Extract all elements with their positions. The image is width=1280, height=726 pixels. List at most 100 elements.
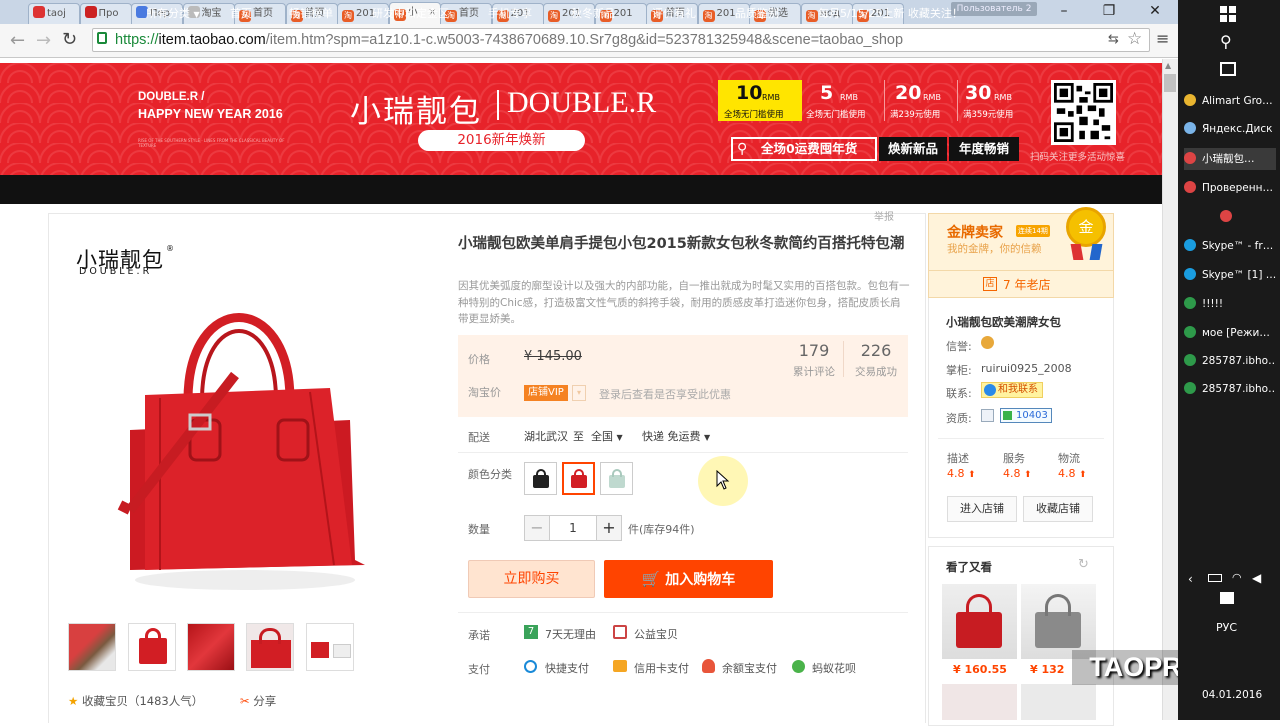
browser-tab[interactable]: Про <box>79 3 132 24</box>
taskbar-window-item[interactable]: !!!!! <box>1184 293 1276 315</box>
scrollbar-thumb[interactable] <box>1164 74 1176 92</box>
taskbar-window-item[interactable] <box>1184 206 1276 228</box>
tray-chevron-icon[interactable]: ‹ <box>1188 572 1193 586</box>
coupon-1[interactable]: 10 RMB 全场无门槛使用 <box>718 80 802 121</box>
notification-icon[interactable] <box>1220 592 1234 604</box>
nav-presale[interactable]: 研发中和定金区 <box>372 0 449 29</box>
taskbar-window-item[interactable]: мое [Режи… <box>1184 322 1276 344</box>
share-label: 分享 <box>253 694 277 708</box>
browser-tab[interactable]: taoj <box>28 3 80 24</box>
product-main-image[interactable] <box>110 280 380 600</box>
battery-icon[interactable] <box>1208 574 1222 582</box>
thumbnail-5[interactable] <box>306 623 354 671</box>
app-icon <box>1184 94 1196 106</box>
maximize-icon[interactable]: ❐ <box>1090 0 1128 22</box>
color-swatch-black[interactable] <box>524 462 557 495</box>
quantity-input[interactable]: 1 <box>550 515 596 541</box>
profile-user-label[interactable]: Пользователь 2 <box>951 2 1037 16</box>
scroll-up-icon[interactable]: ▲ <box>1165 61 1171 70</box>
taskbar-window-item[interactable]: 285787.ibho… <box>1184 350 1276 372</box>
win-pane <box>1220 15 1227 22</box>
coupon-4[interactable]: 30 RMB 满359元使用 <box>961 80 1025 121</box>
back-arrow-icon[interactable]: ← <box>10 30 25 51</box>
nav-new-arrivals[interactable]: 秋冬新品 <box>571 0 615 29</box>
color-swatch-red[interactable] <box>562 462 595 495</box>
enter-shop-button[interactable]: 进入店铺 <box>947 496 1017 522</box>
nav-mobile[interactable]: 手机专享 <box>488 0 532 29</box>
thumbnail-4[interactable] <box>246 623 294 671</box>
search-icon[interactable]: ⚲ <box>1220 32 1232 51</box>
thumbnail-3[interactable] <box>187 623 235 671</box>
taskbar-date[interactable]: 04.01.2016 <box>1202 689 1262 701</box>
share-link[interactable]: ✂ 分享 <box>240 693 276 709</box>
promise-charity[interactable]: 公益宝贝 <box>634 626 678 642</box>
reload-icon[interactable]: ↻ <box>62 29 77 50</box>
coupon-2[interactable]: 5 RMB 全场无门槛使用 <box>806 80 880 121</box>
shop-name[interactable]: 小瑞靓包欧美潮牌女包 <box>946 314 1061 330</box>
coupon-3[interactable]: 20 RMB 满239元使用 <box>888 80 952 121</box>
banner-tag-bestseller[interactable]: 年度畅销 <box>949 137 1019 161</box>
add-to-cart-button[interactable]: 🛒 加入购物车 <box>604 560 773 598</box>
ship-from: 湖北武汉 <box>524 430 568 443</box>
taskbar-window-item[interactable]: Skype™ - fr… <box>1184 235 1276 257</box>
bag-thumb-handle <box>145 628 161 642</box>
banner-eng-line1: DOUBLE.R / <box>138 91 205 103</box>
quantity-decrease-button[interactable]: − <box>524 515 550 541</box>
volume-icon[interactable]: ◀ <box>1252 571 1261 585</box>
forward-arrow-icon[interactable]: → <box>36 30 51 51</box>
thumbnail-1[interactable] <box>68 623 116 671</box>
taskbar-window-item[interactable]: Проверенн… <box>1184 177 1276 199</box>
recommended-item-4[interactable] <box>1021 684 1096 720</box>
favorite-item-link[interactable]: ★ 收藏宝贝（1483人气） <box>68 693 203 709</box>
thumbnail-2[interactable] <box>128 623 176 671</box>
qualification-badge[interactable]: 10403 <box>1000 408 1052 423</box>
minimize-icon[interactable]: – <box>1045 0 1083 22</box>
favorite-shop-button[interactable]: 收藏店铺 <box>1023 496 1093 522</box>
task-view-icon[interactable] <box>1220 62 1236 76</box>
vip-note[interactable]: 登录后查看是否享受此优惠 <box>599 386 731 402</box>
windows-start-icon[interactable] <box>1220 6 1236 22</box>
quantity-increase-button[interactable]: + <box>596 515 622 541</box>
vip-badge[interactable]: 店铺VIP <box>524 385 568 401</box>
taskbar-window-item[interactable]: Skype™ [1] … <box>1184 264 1276 286</box>
report-link[interactable]: 举报 <box>874 208 894 223</box>
nav-quality[interactable]: 品质鉴别 <box>735 0 779 29</box>
taskbar-window-item[interactable]: Alimart Gro… <box>1184 90 1276 112</box>
language-indicator[interactable]: РУС <box>1216 621 1237 634</box>
menu-icon[interactable]: ≡ <box>1156 29 1169 48</box>
contact-seller-button[interactable]: 和我联系 <box>981 382 1043 398</box>
page-scrollbar[interactable] <box>1162 59 1178 720</box>
nav-home[interactable]: 首页 <box>230 0 252 29</box>
nav-review-gifts[interactable]: 评价有礼 <box>652 0 696 29</box>
taskbar-window-item[interactable]: Яндекс.Диск <box>1184 118 1276 140</box>
ship-to-select[interactable]: 全国 ▼ <box>591 428 623 444</box>
color-swatch-mint[interactable] <box>600 462 633 495</box>
recommended-item-2[interactable] <box>1021 584 1096 659</box>
bookmark-star-icon[interactable]: ☆ <box>1127 29 1142 49</box>
taskbar-window-item[interactable]: 285787.ibho… <box>1184 378 1276 400</box>
close-icon[interactable]: ✕ <box>1136 0 1174 22</box>
search-icon: ⚲ <box>737 141 748 157</box>
buy-now-button[interactable]: 立即购买 <box>468 560 595 598</box>
reviews-count[interactable]: 179 <box>790 341 838 360</box>
wifi-icon[interactable]: ◠ <box>1232 571 1242 584</box>
taskbar-window-item[interactable]: 小瑞靓包… <box>1184 148 1276 170</box>
coupon-amount: 30 <box>965 82 992 104</box>
recommended-item-3[interactable] <box>942 684 1017 720</box>
chevron-down-icon[interactable]: ▾ <box>572 385 586 401</box>
translate-icon[interactable]: ⇆ <box>1108 32 1119 47</box>
taobao-favicon-icon: 淘 <box>805 10 818 22</box>
nav-bestsellers[interactable]: 畅销榜单 <box>289 0 333 29</box>
banner-search-box[interactable]: ⚲ 全场0运费囤年货 <box>731 137 877 161</box>
address-bar[interactable]: https://item.taobao.com/item.htm?spm=a1z… <box>92 28 1150 52</box>
nav-follow-notice[interactable]: 每月5/15/25上新 收藏关注！ <box>818 0 963 29</box>
delivery-select[interactable]: 快递 免运费 ▼ <box>642 428 710 444</box>
refresh-icon[interactable]: ↻ <box>1078 557 1089 572</box>
share-icon: ✂ <box>240 694 250 708</box>
banner-tag-new[interactable]: 焕新新品 <box>879 137 947 161</box>
nav-all-categories[interactable]: 所有分类 ▼ <box>146 0 200 29</box>
owner-label: 掌柜: <box>946 364 972 377</box>
owner-name[interactable]: ruirui0925_2008 <box>981 362 1072 375</box>
recommended-item-1[interactable] <box>942 584 1017 659</box>
promise-7day[interactable]: 7天无理由 <box>545 626 596 642</box>
